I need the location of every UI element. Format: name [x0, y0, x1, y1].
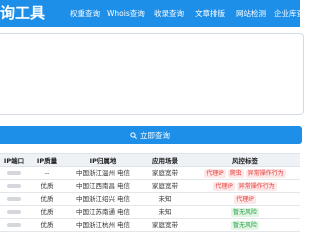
ip-location-cell: 中国浙江杭州 电信	[75, 221, 131, 229]
query-button-label: 立即查询	[140, 130, 170, 140]
ip-location-cell: 中国浙江温州 电信	[75, 169, 131, 177]
ip-quality-cell: --	[44, 169, 50, 177]
risk-tags-cell: 暂无风险	[190, 219, 300, 232]
table-row: 优质 中国浙江杭州 电信 家庭宽带 暂无风险	[0, 219, 300, 232]
scene-cell: 家庭宽带	[152, 182, 178, 190]
table-row: 优质 中国江苏南通 电信 未知 暂无风险	[0, 206, 300, 219]
scene-cell: 未知	[158, 208, 172, 216]
nav-item-company-query[interactable]: 企业库查询	[274, 8, 312, 20]
table-row: -- 中国浙江温州 电信 家庭宽带 代理IP 爬虫 异常操作行为	[0, 167, 300, 180]
search-icon	[130, 131, 137, 139]
risk-tag: 爬虫	[227, 169, 244, 178]
ip-port-cell-redacted	[0, 206, 28, 219]
risk-tags-cell: 代理IP 异常操作行为	[190, 180, 300, 193]
nav-item-index-query[interactable]: 收录查询	[154, 8, 184, 20]
nav-item-whois-query[interactable]: Whois查询	[107, 8, 145, 20]
ip-quality-cell: 优质	[40, 208, 54, 216]
scene-cell: 家庭宽带	[152, 221, 178, 229]
scene-cell: 家庭宽带	[152, 169, 178, 177]
col-header-ip-location: IP归属地	[89, 157, 117, 165]
col-header-ip-port: IP端口	[3, 157, 25, 165]
risk-tag: 代理IP	[234, 195, 256, 204]
nav-item-weight-query[interactable]: 权重查询	[70, 8, 100, 20]
risk-tag: 代理IP	[204, 169, 226, 178]
table-header-row: IP端口 IP质量 IP归属地 应用场景 风控标签	[0, 153, 300, 167]
col-header-ip-quality: IP质量	[36, 157, 58, 165]
ip-quality-cell: 优质	[40, 182, 54, 190]
risk-tag: 异常操作行为	[236, 182, 277, 191]
safe-tag: 暂无风险	[230, 208, 259, 217]
ip-location-cell: 中国浙江绍兴 电信	[75, 195, 131, 203]
table-row: 优质 中国江西南昌 电信 家庭宽带 代理IP 异常操作行为	[0, 180, 300, 193]
nav-item-article-layout[interactable]: 文章排版	[195, 8, 225, 20]
scene-cell: 未知	[158, 195, 172, 203]
ip-location-cell: 中国江西南昌 电信	[75, 182, 131, 190]
risk-tag: 代理IP	[213, 182, 235, 191]
risk-tags-cell: 暂无风险	[190, 206, 300, 219]
ip-port-cell-redacted	[0, 167, 28, 180]
safe-tag: 暂无风险	[230, 221, 259, 230]
risk-tags-cell: 代理IP	[190, 193, 300, 206]
nav-item-site-check[interactable]: 网站检测	[236, 8, 266, 20]
top-nav-bar: 询工具 权重查询 Whois查询 收录查询 文章排版 网站检测 企业库查询	[0, 0, 312, 27]
site-brand[interactable]: 询工具	[0, 3, 45, 23]
ip-port-cell-redacted	[0, 193, 28, 206]
ip-port-cell-redacted	[0, 219, 28, 232]
ip-input-textarea[interactable]	[0, 33, 304, 115]
risk-tags-cell: 代理IP 爬虫 异常操作行为	[190, 167, 300, 180]
ip-port-cell-redacted	[0, 180, 28, 193]
col-header-risk-tags: 风控标签	[232, 157, 258, 165]
risk-tag: 异常操作行为	[245, 169, 286, 178]
ip-location-cell: 中国江苏南通 电信	[75, 208, 131, 216]
query-button[interactable]: 立即查询	[0, 126, 302, 144]
ip-quality-cell: 优质	[40, 195, 54, 203]
ip-quality-cell: 优质	[40, 221, 54, 229]
col-header-scene: 应用场景	[152, 157, 178, 165]
table-row: 优质 中国浙江绍兴 电信 未知 代理IP	[0, 193, 300, 206]
